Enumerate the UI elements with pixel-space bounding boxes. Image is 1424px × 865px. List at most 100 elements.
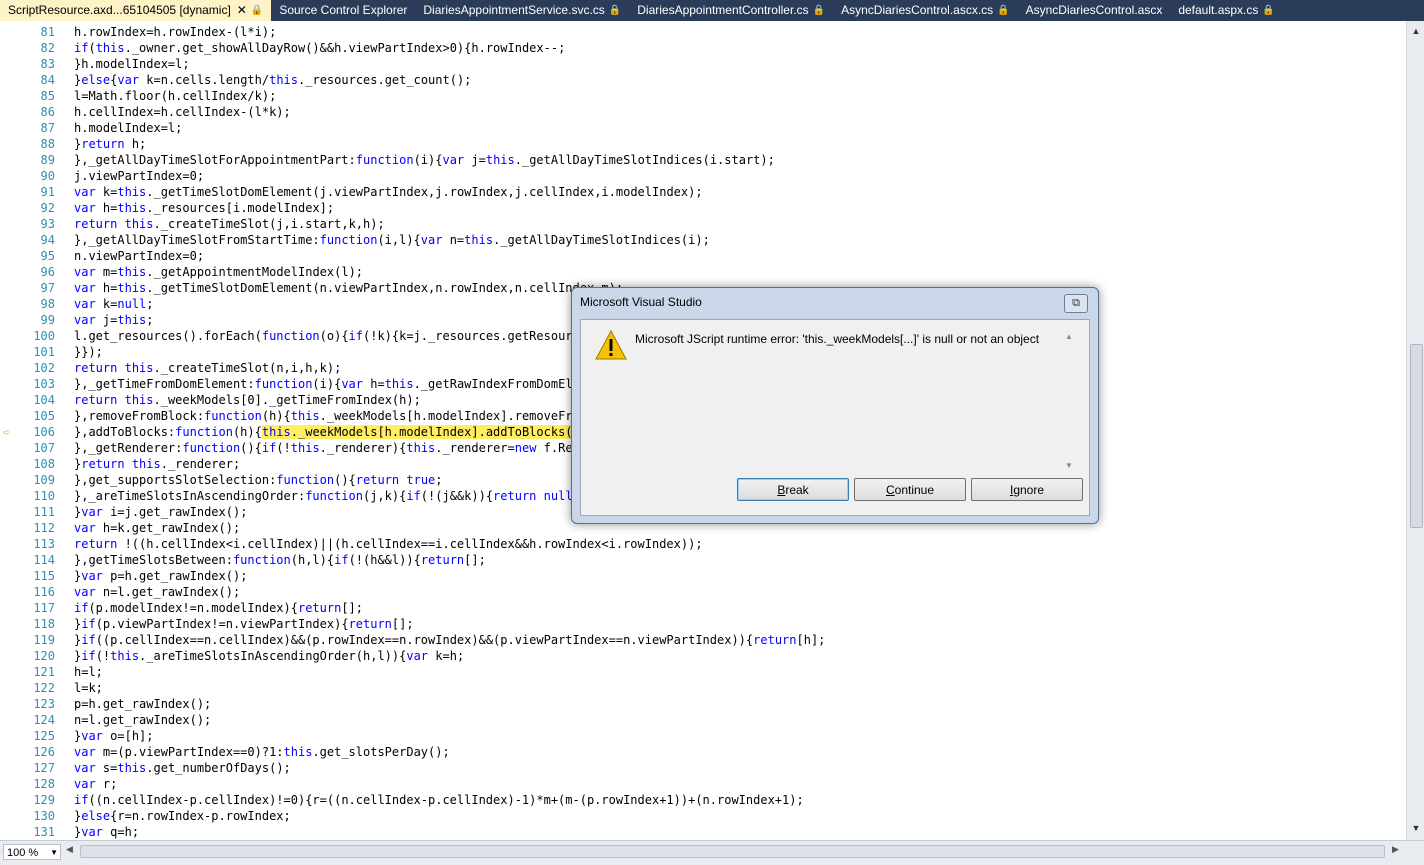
code-line[interactable]: 128 var r;: [0, 776, 1406, 792]
code-text: l=Math.floor(h.cellIndex/k);: [74, 89, 277, 103]
line-number: 89: [40, 153, 55, 167]
current-statement-highlight: this._weekModels[h.modelIndex].addToBloc…: [261, 425, 587, 439]
code-line[interactable]: 126 var m=(p.viewPartIndex==0)?1:this.get…: [0, 744, 1406, 760]
break-button[interactable]: Break: [737, 478, 849, 501]
code-line[interactable]: 83}h.modelIndex=l;: [0, 56, 1406, 72]
code-text: }});: [74, 345, 103, 359]
code-line[interactable]: 116 var n=l.get_rawIndex();: [0, 584, 1406, 600]
tab-label: AsyncDiariesControl.ascx.cs: [841, 3, 994, 17]
line-number: 90: [40, 169, 55, 183]
tab-4[interactable]: AsyncDiariesControl.ascx.cs 🔒: [833, 0, 1018, 21]
code-text: n.viewPartIndex=0;: [74, 249, 205, 263]
code-line[interactable]: 93 return this._createTimeSlot(j,i.start,…: [0, 216, 1406, 232]
code-line[interactable]: 125 }var o=[h];: [0, 728, 1406, 744]
code-text: var j=this;: [74, 313, 154, 327]
vertical-scrollbar[interactable]: ▲ ▼: [1406, 21, 1424, 840]
code-line[interactable]: 84}else{var k=n.cells.length/this._resou…: [0, 72, 1406, 88]
code-line[interactable]: 127 var s=this.get_numberOfDays();: [0, 760, 1406, 776]
code-line[interactable]: 91 var k=this._getTimeSlotDomElement(j.vi…: [0, 184, 1406, 200]
line-number: 125: [33, 729, 55, 743]
scroll-up-icon[interactable]: ▲: [1409, 23, 1423, 39]
line-number: 131: [33, 825, 55, 839]
code-text: return !((h.cellIndex<i.cellIndex)||(h.c…: [74, 537, 703, 551]
code-text: n=l.get_rawIndex();: [74, 713, 212, 727]
code-line[interactable]: 124 n=l.get_rawIndex();: [0, 712, 1406, 728]
error-message: Microsoft JScript runtime error: 'this._…: [635, 332, 1040, 346]
scroll-down-icon[interactable]: ▼: [1409, 820, 1423, 836]
code-line[interactable]: 113 return !((h.cellIndex<i.cellIndex)||(…: [0, 536, 1406, 552]
code-text: }else{r=n.rowIndex-p.rowIndex;: [74, 809, 291, 823]
code-line[interactable]: 81 h.rowIndex=h.rowIndex-(l*i);: [0, 24, 1406, 40]
close-icon[interactable]: ✕: [237, 0, 247, 21]
tab-3[interactable]: DiariesAppointmentController.cs 🔒: [629, 0, 833, 21]
code-line[interactable]: 88}return h;: [0, 136, 1406, 152]
code-text: }h.modelIndex=l;: [74, 57, 190, 71]
tab-label: DiariesAppointmentService.svc.cs: [423, 3, 605, 17]
code-text: var k=this._getTimeSlotDomElement(j.view…: [74, 185, 703, 199]
scroll-up-icon[interactable]: ▲: [1065, 332, 1073, 341]
line-number: 93: [40, 217, 55, 231]
line-number: 103: [33, 377, 55, 391]
continue-button[interactable]: Continue: [854, 478, 966, 501]
line-number: 111: [33, 505, 55, 519]
code-line[interactable]: 119}if((p.cellIndex==n.cellIndex)&&(p.ro…: [0, 632, 1406, 648]
line-number: 81: [40, 25, 55, 39]
line-number: 82: [40, 41, 55, 55]
code-text: },getTimeSlotsBetween:function(h,l){if(!…: [74, 553, 486, 567]
line-number: 101: [33, 345, 55, 359]
code-text: },get_supportsSlotSelection:function(){r…: [74, 473, 443, 487]
line-number: 112: [33, 521, 55, 535]
code-line[interactable]: 94},_getAllDayTimeSlotFromStartTime:func…: [0, 232, 1406, 248]
line-number: 100: [33, 329, 55, 343]
tab-0[interactable]: ScriptResource.axd...65104505 [dynamic] ✕…: [0, 0, 272, 21]
scroll-left-icon[interactable]: ◀: [66, 844, 73, 855]
tab-2[interactable]: DiariesAppointmentService.svc.cs 🔒: [415, 0, 629, 21]
code-text: var m=this._getAppointmentModelIndex(l);: [74, 265, 364, 279]
line-number: 118: [33, 617, 55, 631]
code-text: }var o=[h];: [74, 729, 154, 743]
code-line[interactable]: 85 l=Math.floor(h.cellIndex/k);: [0, 88, 1406, 104]
line-number: 122: [33, 681, 55, 695]
ignore-button[interactable]: Ignore: [971, 478, 1083, 501]
horizontal-scroll-thumb[interactable]: [80, 845, 1385, 858]
vertical-scroll-thumb[interactable]: [1410, 344, 1423, 528]
code-line[interactable]: 118}if(p.viewPartIndex!=n.viewPartIndex)…: [0, 616, 1406, 632]
code-line[interactable]: 114},getTimeSlotsBetween:function(h,l){i…: [0, 552, 1406, 568]
scroll-down-icon[interactable]: ▼: [1065, 461, 1073, 470]
code-line[interactable]: 120}if(!this._areTimeSlotsInAscendingOrd…: [0, 648, 1406, 664]
code-line[interactable]: 96 var m=this._getAppointmentModelIndex(l…: [0, 264, 1406, 280]
code-line[interactable]: 95 n.viewPartIndex=0;: [0, 248, 1406, 264]
tab-5[interactable]: AsyncDiariesControl.ascx: [1018, 0, 1171, 21]
chevron-down-icon[interactable]: ▼: [50, 845, 58, 861]
code-text: }var i=j.get_rawIndex();: [74, 505, 248, 519]
code-line[interactable]: 89},_getAllDayTimeSlotForAppointmentPart…: [0, 152, 1406, 168]
zoom-select[interactable]: 100 % ▼: [3, 844, 61, 860]
code-line[interactable]: 130}else{r=n.rowIndex-p.rowIndex;: [0, 808, 1406, 824]
code-line[interactable]: 87 h.modelIndex=l;: [0, 120, 1406, 136]
dialog-restore-button[interactable]: ⧉: [1064, 294, 1088, 313]
line-number: 129: [33, 793, 55, 807]
code-text: var n=l.get_rawIndex();: [74, 585, 241, 599]
code-line[interactable]: 86 h.cellIndex=h.cellIndex-(l*k);: [0, 104, 1406, 120]
code-line[interactable]: 122 l=k;: [0, 680, 1406, 696]
code-line[interactable]: 129 if((n.cellIndex-p.cellIndex)!=0){r=((…: [0, 792, 1406, 808]
line-number: 108: [33, 457, 55, 471]
scroll-right-icon[interactable]: ▶: [1392, 844, 1399, 855]
code-line[interactable]: 117 if(p.modelIndex!=n.modelIndex){return…: [0, 600, 1406, 616]
code-line[interactable]: 90 j.viewPartIndex=0;: [0, 168, 1406, 184]
message-scrollbar[interactable]: ▲ ▼: [1065, 332, 1077, 470]
line-number: 109: [33, 473, 55, 487]
code-line[interactable]: 131}var q=h;: [0, 824, 1406, 840]
code-text: var h=k.get_rawIndex();: [74, 521, 241, 535]
code-line[interactable]: 115}var p=h.get_rawIndex();: [0, 568, 1406, 584]
line-number: 85: [40, 89, 55, 103]
code-line[interactable]: 123 p=h.get_rawIndex();: [0, 696, 1406, 712]
tab-6[interactable]: default.aspx.cs 🔒: [1170, 0, 1283, 21]
tab-1[interactable]: Source Control Explorer: [271, 0, 415, 21]
code-text: if(p.modelIndex!=n.modelIndex){return[];: [74, 601, 364, 615]
code-line[interactable]: 121 h=l;: [0, 664, 1406, 680]
code-line[interactable]: 92 var h=this._resources[i.modelIndex];: [0, 200, 1406, 216]
error-dialog: Microsoft Visual Studio ⧉ Microsoft JScr…: [571, 287, 1099, 524]
code-line[interactable]: 82 if(this._owner.get_showAllDayRow()&&h.…: [0, 40, 1406, 56]
line-number: 120: [33, 649, 55, 663]
